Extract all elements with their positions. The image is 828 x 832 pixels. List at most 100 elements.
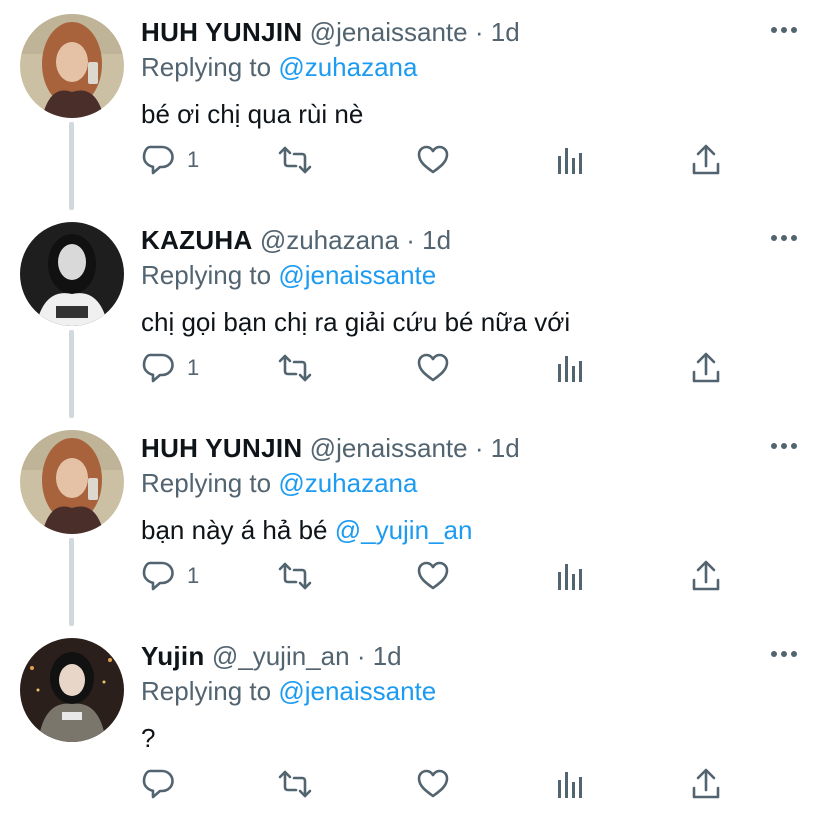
tweet-text: chị gọi bạn chị ra giải cứu bé nữa với — [141, 305, 570, 339]
username[interactable]: @_yujin_an — [212, 641, 350, 671]
timestamp[interactable]: 1d — [373, 641, 402, 671]
display-name[interactable]: HUH YUNJIN — [141, 433, 302, 463]
more-icon[interactable] — [770, 644, 798, 664]
avatar[interactable] — [20, 430, 124, 534]
analytics-button[interactable] — [555, 556, 585, 596]
username[interactable]: @jenaissante — [310, 17, 468, 47]
replying-to: Replying to @zuhazana — [141, 467, 417, 499]
reply-button[interactable] — [141, 764, 187, 804]
timestamp[interactable]: 1d — [422, 225, 451, 255]
share-button[interactable] — [691, 348, 721, 388]
display-name[interactable]: Yujin — [141, 641, 205, 671]
replying-mention[interactable]: @jenaissante — [278, 260, 436, 290]
share-button[interactable] — [691, 764, 721, 804]
retweet-button[interactable] — [276, 556, 314, 596]
more-icon[interactable] — [770, 228, 798, 248]
tweet-actions — [141, 764, 741, 804]
tweet-header: Yujin @_yujin_an · 1d — [141, 640, 402, 672]
tweet-body: ? — [141, 723, 156, 753]
like-button[interactable] — [416, 764, 450, 804]
tweet-text: bạn này á hả bé @_yujin_an — [141, 513, 472, 547]
username[interactable]: @zuhazana — [260, 225, 399, 255]
retweet-icon — [278, 354, 312, 382]
analytics-icon — [558, 772, 582, 798]
display-name[interactable]: HUH YUNJIN — [141, 17, 302, 47]
reply-count: 1 — [187, 563, 200, 588]
retweet-icon — [278, 770, 312, 798]
replying-label: Replying to — [141, 468, 272, 498]
tweet[interactable]: Yujin @_yujin_an · 1d Replying to @jenai… — [0, 624, 828, 832]
tweet-body: bé ơi chị qua rùi nè — [141, 99, 364, 129]
tweet-actions: 1 — [141, 556, 741, 596]
share-icon — [692, 768, 720, 799]
tweet-header: HUH YUNJIN @jenaissante · 1d — [141, 432, 520, 464]
reply-icon — [142, 769, 174, 799]
replying-to: Replying to @jenaissante — [141, 259, 436, 291]
replying-mention[interactable]: @jenaissante — [278, 676, 436, 706]
more-icon[interactable] — [770, 436, 798, 456]
retweet-icon — [278, 562, 312, 590]
reply-count: 1 — [187, 147, 200, 172]
retweet-button[interactable] — [276, 764, 314, 804]
share-icon — [692, 144, 720, 175]
avatar-hair-brown-icon — [20, 14, 124, 118]
analytics-button[interactable] — [555, 764, 585, 804]
analytics-button[interactable] — [555, 140, 585, 180]
tweet-text: ? — [141, 721, 155, 755]
replying-mention[interactable]: @zuhazana — [278, 52, 417, 82]
tweet-mention[interactable]: @_yujin_an — [335, 515, 473, 545]
avatar[interactable] — [20, 222, 124, 326]
replying-mention[interactable]: @zuhazana — [278, 468, 417, 498]
tweet[interactable]: KAZUHA @zuhazana · 1d Replying to @jenai… — [0, 208, 828, 416]
separator: · — [474, 433, 484, 463]
tweet-header: KAZUHA @zuhazana · 1d — [141, 224, 451, 256]
reply-icon — [142, 145, 174, 175]
reply-count: 1 — [187, 355, 200, 380]
separator: · — [406, 225, 415, 255]
more-icon[interactable] — [770, 20, 798, 40]
share-button[interactable] — [691, 556, 721, 596]
retweet-icon — [278, 146, 312, 174]
replying-label: Replying to — [141, 52, 272, 82]
tweet[interactable]: HUH YUNJIN @jenaissante · 1d Replying to… — [0, 0, 828, 208]
avatar-night-city-icon — [20, 638, 124, 742]
analytics-icon — [558, 148, 582, 174]
retweet-button[interactable] — [276, 348, 314, 388]
retweet-button[interactable] — [276, 140, 314, 180]
reply-button[interactable]: 1 — [141, 140, 199, 180]
like-button[interactable] — [416, 140, 450, 180]
tweet-body: bạn này á hả bé — [141, 515, 335, 545]
display-name[interactable]: KAZUHA — [141, 225, 253, 255]
like-icon — [417, 561, 449, 590]
replying-label: Replying to — [141, 260, 272, 290]
replying-label: Replying to — [141, 676, 272, 706]
reply-button[interactable]: 1 — [141, 348, 199, 388]
reply-icon — [142, 353, 174, 383]
avatar[interactable] — [20, 14, 124, 118]
like-icon — [417, 353, 449, 382]
like-icon — [417, 145, 449, 174]
like-button[interactable] — [416, 348, 450, 388]
analytics-icon — [558, 356, 582, 382]
like-icon — [417, 769, 449, 798]
tweet[interactable]: HUH YUNJIN @jenaissante · 1d Replying to… — [0, 416, 828, 624]
separator: · — [474, 17, 484, 47]
like-button[interactable] — [416, 556, 450, 596]
reply-button[interactable]: 1 — [141, 556, 199, 596]
analytics-button[interactable] — [555, 348, 585, 388]
avatar-hair-brown-icon — [20, 430, 124, 534]
replying-to: Replying to @zuhazana — [141, 51, 417, 83]
reply-icon — [142, 561, 174, 591]
username[interactable]: @jenaissante — [310, 433, 468, 463]
timestamp[interactable]: 1d — [491, 17, 520, 47]
tweet-actions: 1 — [141, 140, 741, 180]
tweet-text: bé ơi chị qua rùi nè — [141, 97, 363, 131]
timestamp[interactable]: 1d — [491, 433, 520, 463]
share-button[interactable] — [691, 140, 721, 180]
avatar[interactable] — [20, 638, 124, 742]
avatar-monochrome-icon — [20, 222, 124, 326]
share-icon — [692, 560, 720, 591]
tweet-actions: 1 — [141, 348, 741, 388]
replying-to: Replying to @jenaissante — [141, 675, 436, 707]
analytics-icon — [558, 564, 582, 590]
